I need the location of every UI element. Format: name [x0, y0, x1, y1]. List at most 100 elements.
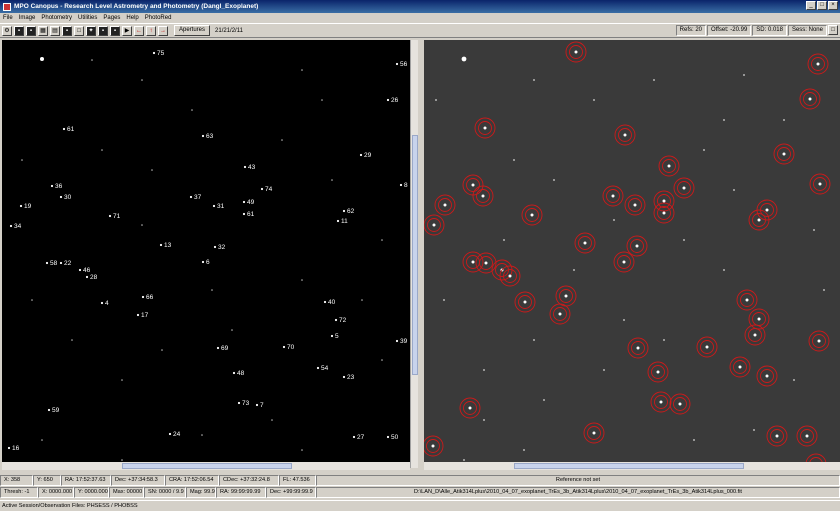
- chart-star-label: 17: [141, 312, 149, 319]
- arrow-up-icon[interactable]: ↑: [146, 25, 156, 36]
- aperture-marker: [796, 425, 818, 447]
- menu-help[interactable]: Help: [126, 15, 138, 21]
- arrow-right-icon[interactable]: →: [158, 25, 168, 36]
- aperture-star: [483, 126, 487, 130]
- aperture-star: [432, 223, 436, 227]
- aperture-star: [765, 208, 769, 212]
- background-star: [613, 219, 615, 221]
- menu-photored[interactable]: PhotoRed: [145, 15, 172, 21]
- background-star: [31, 299, 33, 301]
- chart-star-label: 7: [260, 402, 264, 409]
- background-star: [513, 159, 515, 161]
- aperture-star: [558, 312, 562, 316]
- star-chart-canvas[interactable]: 75562661632943836 7430 374919 316271 6111341…: [2, 40, 410, 468]
- chart-scroll-thumb[interactable]: [412, 135, 418, 375]
- aperture-star: [738, 365, 742, 369]
- tool-image-icon[interactable]: ▪: [14, 25, 24, 36]
- tool-chart-icon[interactable]: ▪: [62, 25, 72, 36]
- status-row-1: X: 358 Y: 650 RA: 17:52:37.63 Dec: +37:3…: [0, 475, 840, 486]
- chart-star: [159, 243, 163, 247]
- menu-image[interactable]: Image: [19, 15, 36, 21]
- background-star: [361, 299, 363, 301]
- chart-star-label: 19: [24, 203, 32, 210]
- chart-star: [141, 295, 145, 299]
- chart-star: [232, 371, 236, 375]
- aperture-star: [757, 218, 761, 222]
- bright-star: [40, 57, 44, 61]
- background-star: [301, 279, 303, 281]
- menu-bar: File Image Photometry Utilities Pages He…: [0, 13, 840, 23]
- chart-hscroll-thumb[interactable]: [122, 463, 292, 469]
- background-star: [743, 74, 745, 76]
- tool-settings-icon[interactable]: ⚙: [2, 25, 12, 36]
- aperture-marker: [658, 155, 680, 177]
- menu-file[interactable]: File: [3, 15, 13, 21]
- chart-star: [330, 334, 334, 338]
- star-chart-pane[interactable]: 75 56 26 61 63 29 43 8 36 74 30 37 49 19 31 62 71 61 11 34 1…: [2, 40, 410, 468]
- chart-star-label: 37: [194, 194, 202, 201]
- image-hscroll-thumb[interactable]: [514, 463, 744, 469]
- tool-blink-icon[interactable]: ▤: [50, 25, 60, 36]
- status-mag: Mag: 99.99: [186, 487, 216, 498]
- chart-vertical-scrollbar[interactable]: [410, 40, 418, 468]
- menu-utilities[interactable]: Utilities: [78, 15, 97, 21]
- chart-star: [136, 313, 140, 317]
- image-canvas[interactable]: [422, 40, 840, 475]
- chart-star-label: 71: [113, 213, 121, 220]
- chart-star-label: 69: [221, 345, 229, 352]
- date-label: 21/21/2/11: [215, 27, 243, 34]
- sd-box: SD: 0.018: [752, 25, 787, 36]
- tool-print-icon[interactable]: ▪: [98, 25, 108, 36]
- chart-star: [59, 261, 63, 265]
- image-pane[interactable]: [422, 40, 840, 475]
- chart-star-label: 46: [83, 267, 91, 274]
- tool-star-icon[interactable]: ✦: [86, 25, 96, 36]
- chart-star: [7, 446, 11, 450]
- aperture-star: [574, 50, 578, 54]
- chart-star-label: 36: [55, 183, 63, 190]
- background-star: [793, 379, 795, 381]
- tool-grid-icon[interactable]: ▦: [38, 25, 48, 36]
- background-star: [603, 369, 605, 371]
- minimize-button[interactable]: _: [806, 1, 816, 10]
- tool-camera-icon[interactable]: ▪: [110, 25, 120, 36]
- background-star: [141, 224, 143, 226]
- chart-star-label: 4: [105, 300, 109, 307]
- chart-star-label: 26: [391, 97, 399, 104]
- maximize-button[interactable]: □: [817, 1, 827, 10]
- background-star: [543, 399, 545, 401]
- refs-box: Refs: 20: [675, 25, 707, 36]
- tool-blank-icon[interactable]: □: [74, 25, 84, 36]
- window-controls: _ □ ×: [806, 1, 838, 10]
- tool-play-icon[interactable]: ▶: [122, 25, 132, 36]
- chart-star: [62, 127, 66, 131]
- background-star: [211, 289, 213, 291]
- aperture-star: [705, 345, 709, 349]
- background-star: [663, 339, 665, 341]
- chart-star-label: 74: [265, 186, 273, 193]
- background-star: [463, 459, 465, 461]
- options-button[interactable]: □: [828, 25, 838, 35]
- aperture-marker: [729, 356, 751, 378]
- chart-star-label: 43: [248, 164, 256, 171]
- aperture-star: [662, 211, 666, 215]
- chart-star-label: 28: [90, 274, 98, 281]
- aperture-star: [633, 203, 637, 207]
- aperture-star: [623, 133, 627, 137]
- aperture-star: [431, 444, 435, 448]
- aperture-star: [775, 434, 779, 438]
- tool-open-image-icon[interactable]: ▪: [26, 25, 36, 36]
- aperture-marker: [434, 194, 456, 216]
- menu-photometry[interactable]: Photometry: [41, 15, 72, 21]
- close-button[interactable]: ×: [828, 1, 838, 10]
- arrow-left-icon[interactable]: ←: [134, 25, 144, 36]
- chart-horizontal-scrollbar[interactable]: [2, 462, 410, 470]
- session-box: Sess: None: [787, 25, 827, 36]
- image-horizontal-scrollbar[interactable]: [424, 462, 840, 470]
- status-cra: CRA: 17:52:06.54: [165, 475, 219, 486]
- aperture-star: [662, 199, 666, 203]
- menu-pages[interactable]: Pages: [103, 15, 120, 21]
- chart-star-label: 23: [347, 374, 355, 381]
- aperture-star: [443, 203, 447, 207]
- apertures-button[interactable]: Apertures: [174, 25, 211, 36]
